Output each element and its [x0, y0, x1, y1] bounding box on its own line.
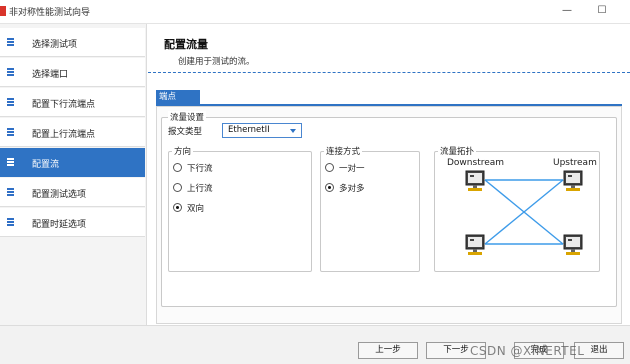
title-bar: 非对称性能测试向导 — ☐ — [0, 0, 630, 24]
sidebar-item-test-options[interactable]: 配置测试选项 — [0, 178, 145, 207]
radio-label: 多对多 — [339, 184, 365, 194]
computer-icon — [465, 234, 485, 255]
topology-group: 流量拓扑 Downstream Upstream — [434, 145, 600, 272]
page-subtitle: 创建用于测试的流。 — [178, 57, 255, 67]
frame-type-value: EthernetII — [228, 125, 270, 135]
sidebar-item-select-test[interactable]: 选择测试项 — [0, 28, 145, 57]
maximize-button[interactable]: ☐ — [592, 3, 612, 19]
radio-button[interactable] — [173, 163, 182, 172]
window-title: 非对称性能测试向导 — [9, 8, 91, 18]
main-content: 配置流量 创建用于测试的流。 端点 流量设置 报文类型 EthernetII 方… — [148, 24, 630, 325]
page-title: 配置流量 — [164, 38, 208, 51]
menu-icon — [7, 68, 14, 76]
radio-label: 双向 — [187, 204, 205, 214]
watermark: CSDN @XINERTEL — [470, 344, 585, 358]
menu-icon — [7, 128, 14, 136]
sidebar-item-label: 配置测试选项 — [32, 190, 87, 200]
chevron-down-icon — [290, 129, 296, 133]
app-icon — [0, 6, 6, 16]
computer-icon — [563, 234, 583, 255]
sidebar-item-configure-flow[interactable]: 配置流 — [0, 148, 145, 177]
minimize-button[interactable]: — — [557, 3, 577, 19]
sidebar-item-select-ports[interactable]: 选择端口 — [0, 58, 145, 87]
tab-bar: 端点 — [156, 90, 622, 106]
radio-button[interactable] — [173, 183, 182, 192]
sidebar-item-label: 配置上行流端点 — [32, 130, 96, 140]
flow-settings-legend: 流量设置 — [168, 111, 207, 123]
sidebar-item-label: 配置流 — [32, 160, 60, 170]
sidebar-item-label: 配置下行流端点 — [32, 100, 96, 110]
radio-button-checked[interactable] — [173, 203, 182, 212]
menu-icon — [7, 188, 14, 196]
sidebar-item-upstream-endpoints[interactable]: 配置上行流端点 — [0, 118, 145, 147]
wizard-sidebar: 选择测试项 选择端口 配置下行流端点 配置上行流端点 配置流 配置测试选项 配置… — [0, 24, 147, 325]
radio-label: 下行流 — [187, 164, 213, 174]
tab-panel: 流量设置 报文类型 EthernetII 方向 下行流 上行流 双向 连接方式 … — [156, 106, 622, 324]
radio-button[interactable] — [325, 163, 334, 172]
computer-icon — [563, 170, 583, 191]
menu-icon — [7, 98, 14, 106]
direction-legend: 方向 — [172, 145, 194, 157]
menu-icon — [7, 38, 14, 46]
flow-settings-group: 流量设置 报文类型 EthernetII 方向 下行流 上行流 双向 连接方式 … — [161, 111, 617, 307]
frame-type-label: 报文类型 — [168, 127, 203, 137]
connection-group: 连接方式 一对一 多对多 — [320, 145, 420, 272]
connection-legend: 连接方式 — [324, 145, 363, 157]
menu-icon — [7, 218, 14, 226]
radio-label: 上行流 — [187, 184, 213, 194]
frame-type-select[interactable]: EthernetII — [222, 123, 302, 138]
sidebar-item-downstream-endpoints[interactable]: 配置下行流端点 — [0, 88, 145, 117]
tab-endpoints[interactable]: 端点 — [156, 90, 200, 105]
sidebar-item-label: 选择测试项 — [32, 40, 78, 50]
computer-icon — [465, 170, 485, 191]
direction-group: 方向 下行流 上行流 双向 — [168, 145, 312, 272]
header-divider — [148, 72, 630, 73]
sidebar-item-label: 选择端口 — [32, 70, 69, 80]
sidebar-item-label: 配置时延选项 — [32, 220, 87, 230]
radio-label: 一对一 — [339, 164, 365, 174]
radio-button-checked[interactable] — [325, 183, 334, 192]
sidebar-item-latency-options[interactable]: 配置时延选项 — [0, 208, 145, 237]
menu-icon — [7, 158, 14, 166]
prev-button[interactable]: 上一步 — [358, 342, 418, 359]
